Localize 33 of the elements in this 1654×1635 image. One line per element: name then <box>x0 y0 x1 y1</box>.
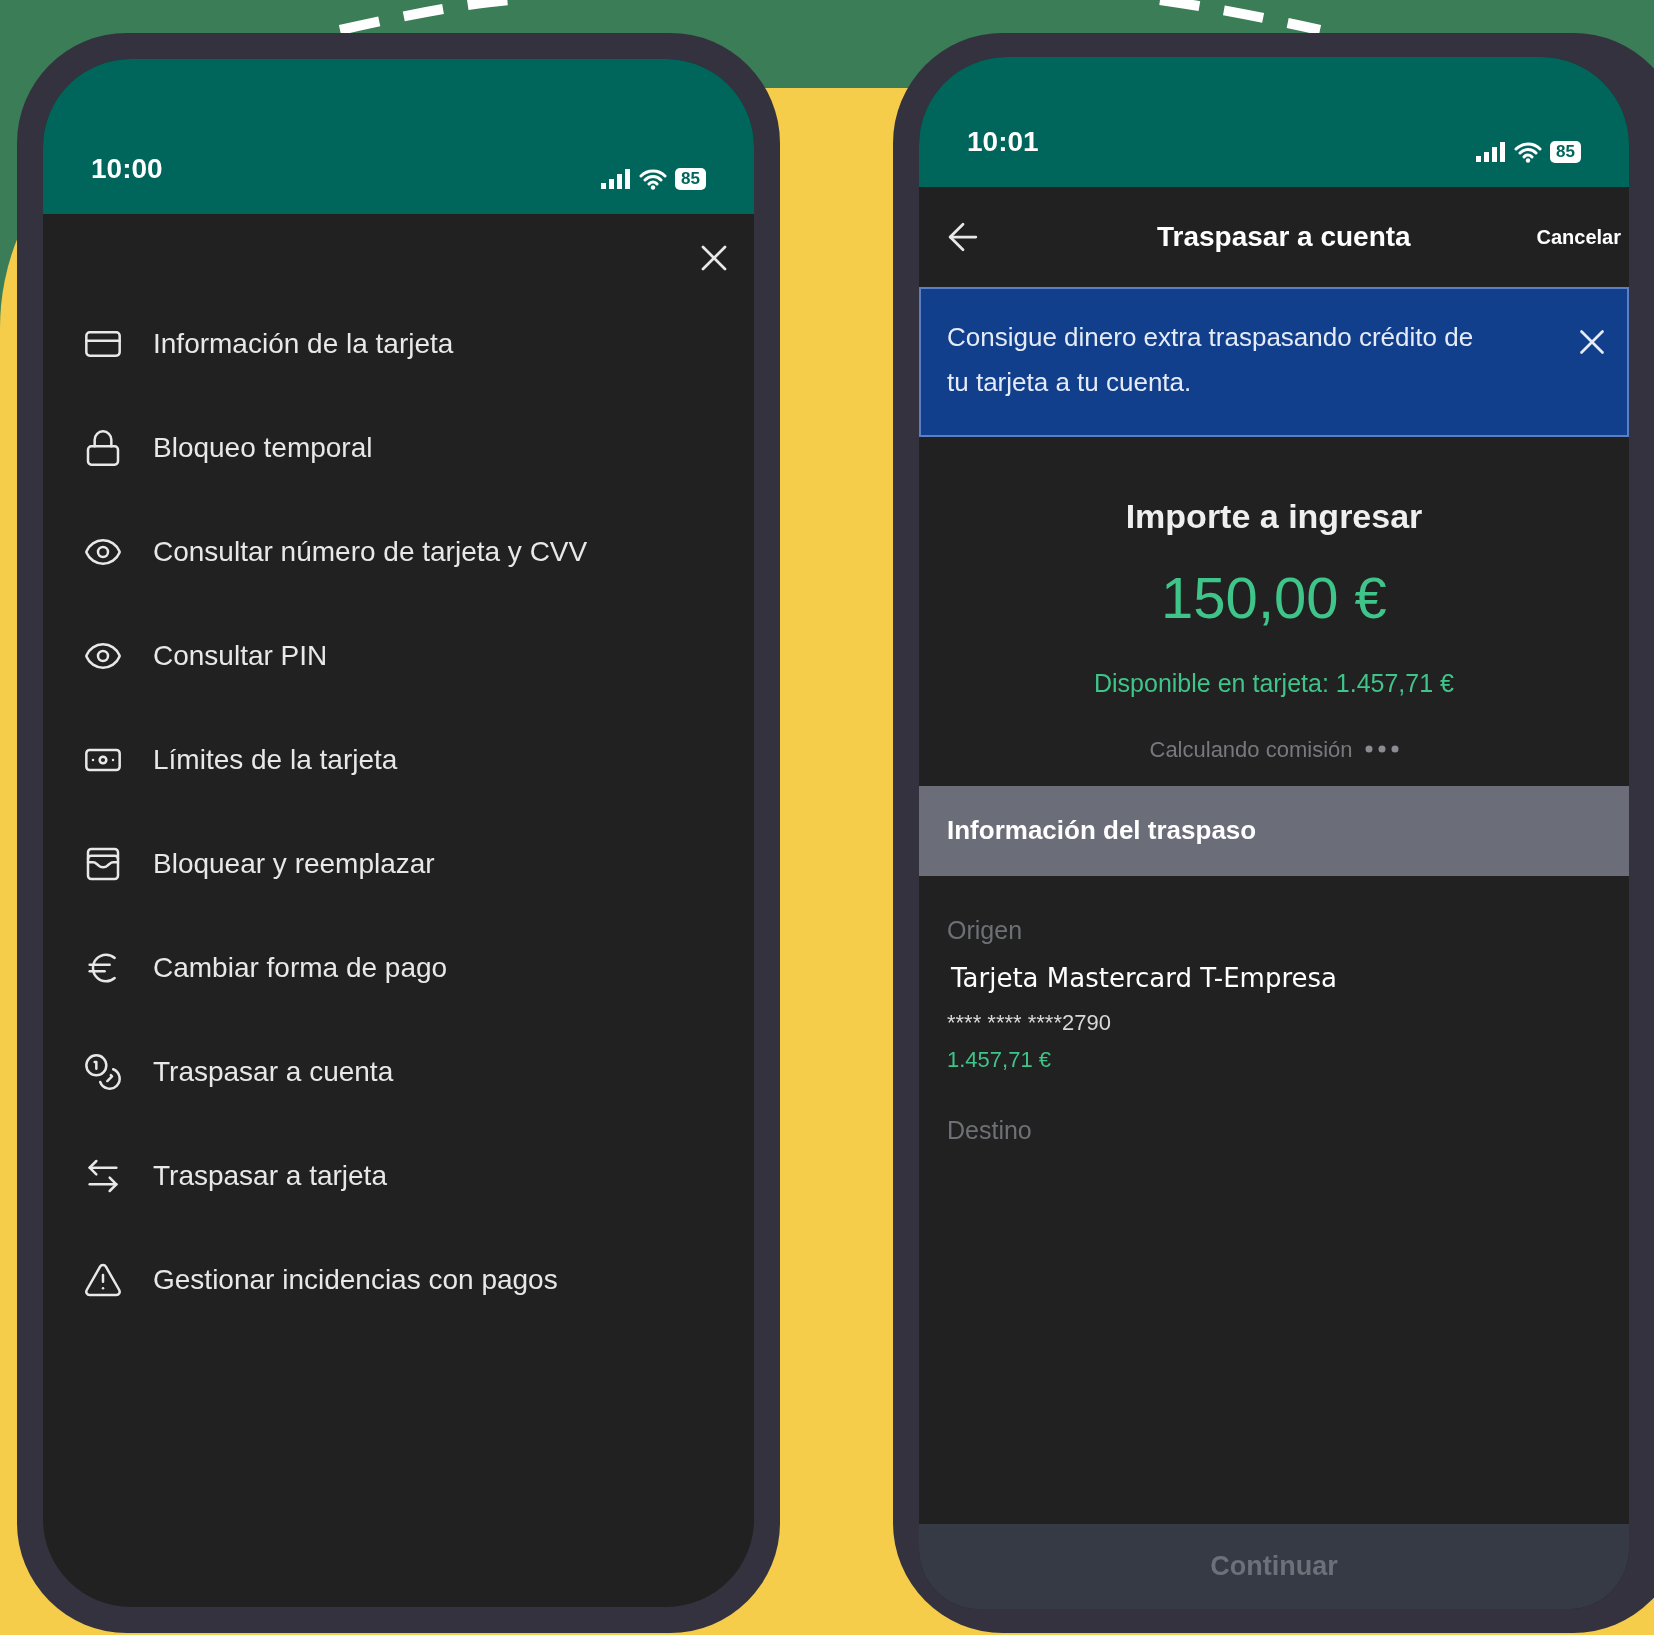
menu-item[interactable]: Información de la tarjeta <box>43 292 754 396</box>
available-balance: Disponible en tarjeta: 1.457,71 € <box>1094 668 1454 699</box>
battery-level: 85 <box>1550 141 1581 163</box>
coins-icon <box>83 1052 123 1092</box>
menu-item[interactable]: Bloquear y reemplazar <box>43 812 754 916</box>
screen-title: Traspasar a cuenta <box>1157 220 1411 254</box>
menu-item[interactable]: Traspasar a tarjeta <box>43 1124 754 1228</box>
card-number: **** **** ****2790 <box>947 1009 1112 1037</box>
fee-status: Calculando comisión <box>1149 735 1353 764</box>
cancel-button[interactable]: Cancelar <box>1536 222 1621 252</box>
menu-item[interactable]: Traspasar a cuenta <box>43 1020 754 1124</box>
loading-dots-icon <box>1364 745 1399 753</box>
destination-label: Destino <box>947 1115 1033 1146</box>
amount-label: Importe a ingresar <box>1125 496 1423 537</box>
section-title: Información del traspaso <box>947 814 1257 847</box>
menu-item[interactable]: Bloqueo temporal <box>43 396 754 500</box>
origin-label: Origen <box>947 914 1024 946</box>
menu-item[interactable]: Cambiar forma de pago <box>43 916 754 1020</box>
wifi-icon <box>639 168 668 190</box>
signal-icon <box>601 169 632 189</box>
menu-item[interactable]: Consultar número de tarjeta y CVV <box>43 500 754 604</box>
card-balance: 1.457,71 € <box>947 1046 1052 1074</box>
banner-text: Consigue dinero extra traspasando crédito de tu tarjeta a tu cuenta. <box>947 321 1475 399</box>
status-time: 10:00 <box>91 152 163 186</box>
menu-item[interactable]: Gestionar incidencias con pagos <box>43 1228 754 1332</box>
menu-item[interactable]: Límites de la tarjeta <box>43 708 754 812</box>
menu-item[interactable]: Consultar PIN <box>43 604 754 708</box>
status-time: 10:01 <box>967 125 1039 159</box>
signal-icon <box>1476 142 1507 162</box>
card-name: Tarjeta Mastercard T-Empresa <box>951 962 1338 995</box>
wifi-icon <box>1514 141 1543 163</box>
amount-value: 150,00 € <box>1161 564 1387 632</box>
battery-level: 85 <box>675 168 706 190</box>
